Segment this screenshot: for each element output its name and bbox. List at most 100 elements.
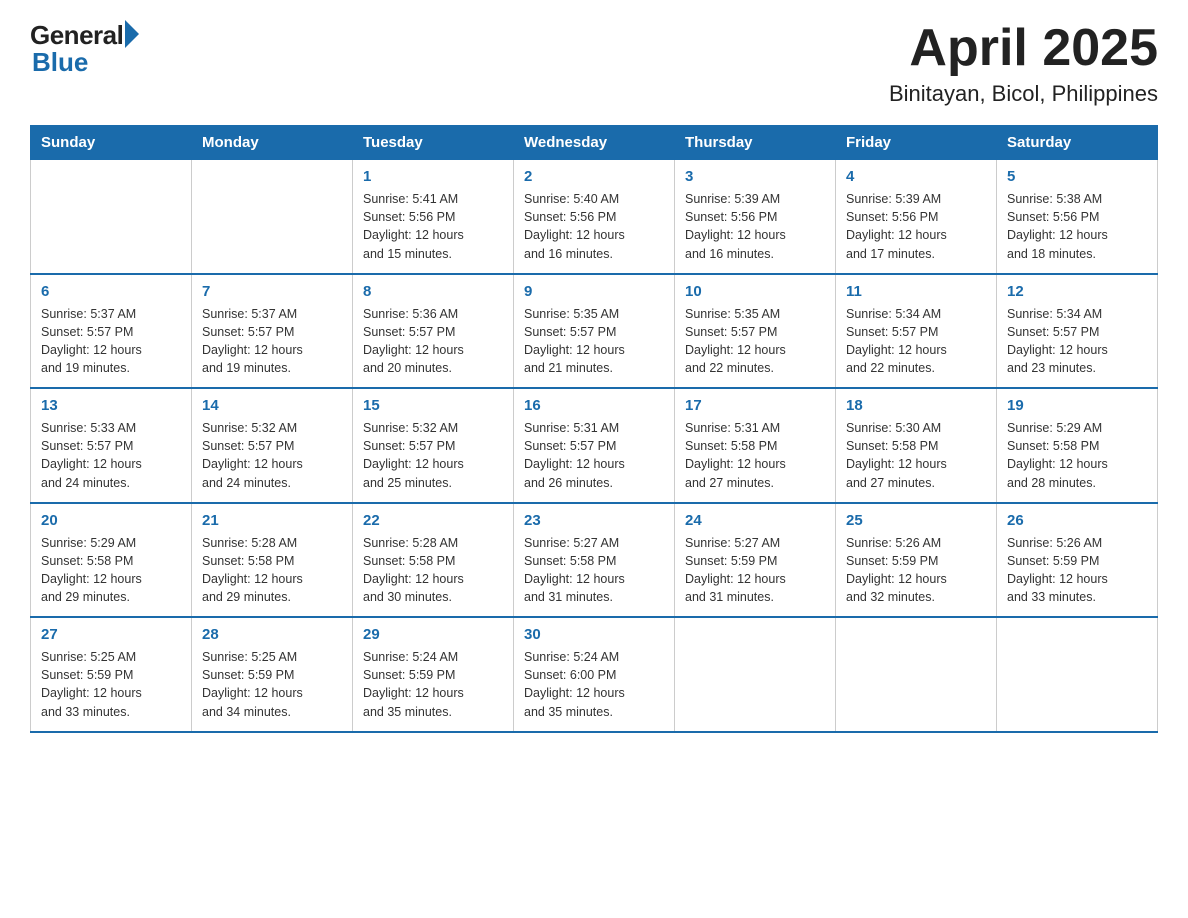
- day-info: Sunrise: 5:35 AM Sunset: 5:57 PM Dayligh…: [524, 305, 664, 378]
- calendar-cell: [836, 617, 997, 732]
- calendar-header-thursday: Thursday: [675, 126, 836, 160]
- day-number: 27: [41, 624, 181, 645]
- day-info: Sunrise: 5:32 AM Sunset: 5:57 PM Dayligh…: [202, 419, 342, 492]
- calendar-cell: 9 Sunrise: 5:35 AM Sunset: 5:57 PM Daylig…: [514, 274, 675, 389]
- calendar-week-5: 27 Sunrise: 5:25 AM Sunset: 5:59 PM Dayli…: [31, 617, 1158, 732]
- day-number: 13: [41, 395, 181, 416]
- day-info: Sunrise: 5:25 AM Sunset: 5:59 PM Dayligh…: [202, 648, 342, 721]
- day-number: 21: [202, 510, 342, 531]
- day-number: 29: [363, 624, 503, 645]
- day-info: Sunrise: 5:26 AM Sunset: 5:59 PM Dayligh…: [1007, 534, 1147, 607]
- calendar-cell: 23 Sunrise: 5:27 AM Sunset: 5:58 PM Dayli…: [514, 503, 675, 618]
- day-number: 26: [1007, 510, 1147, 531]
- calendar-cell: 6 Sunrise: 5:37 AM Sunset: 5:57 PM Daylig…: [31, 274, 192, 389]
- calendar-week-3: 13Sunrise: 5:33 AM Sunset: 5:57 PM Dayli…: [31, 388, 1158, 503]
- calendar-cell: 10 Sunrise: 5:35 AM Sunset: 5:57 PM Dayli…: [675, 274, 836, 389]
- calendar-cell: [997, 617, 1158, 732]
- day-info: Sunrise: 5:30 AM Sunset: 5:58 PM Dayligh…: [846, 419, 986, 492]
- logo-triangle-icon: [125, 20, 139, 48]
- calendar-cell: 25Sunrise: 5:26 AM Sunset: 5:59 PM Dayli…: [836, 503, 997, 618]
- day-info: Sunrise: 5:34 AM Sunset: 5:57 PM Dayligh…: [1007, 305, 1147, 378]
- day-info: Sunrise: 5:41 AM Sunset: 5:56 PM Dayligh…: [363, 190, 503, 263]
- calendar-week-4: 20 Sunrise: 5:29 AM Sunset: 5:58 PM Dayli…: [31, 503, 1158, 618]
- calendar-cell: 8 Sunrise: 5:36 AM Sunset: 5:57 PM Daylig…: [353, 274, 514, 389]
- day-number: 11: [846, 281, 986, 302]
- calendar-cell: 14 Sunrise: 5:32 AM Sunset: 5:57 PM Dayli…: [192, 388, 353, 503]
- day-info: Sunrise: 5:37 AM Sunset: 5:57 PM Dayligh…: [202, 305, 342, 378]
- day-number: 8: [363, 281, 503, 302]
- day-number: 19: [1007, 395, 1147, 416]
- calendar-cell: 7 Sunrise: 5:37 AM Sunset: 5:57 PM Daylig…: [192, 274, 353, 389]
- calendar-cell: 16 Sunrise: 5:31 AM Sunset: 5:57 PM Dayli…: [514, 388, 675, 503]
- calendar-header-tuesday: Tuesday: [353, 126, 514, 160]
- calendar-cell: 18 Sunrise: 5:30 AM Sunset: 5:58 PM Dayli…: [836, 388, 997, 503]
- day-info: Sunrise: 5:25 AM Sunset: 5:59 PM Dayligh…: [41, 648, 181, 721]
- day-number: 5: [1007, 166, 1147, 187]
- day-number: 24: [685, 510, 825, 531]
- calendar-cell: 29 Sunrise: 5:24 AM Sunset: 5:59 PM Dayli…: [353, 617, 514, 732]
- day-info: Sunrise: 5:29 AM Sunset: 5:58 PM Dayligh…: [1007, 419, 1147, 492]
- day-number: 10: [685, 281, 825, 302]
- day-number: 14: [202, 395, 342, 416]
- day-number: 7: [202, 281, 342, 302]
- day-info: Sunrise: 5:28 AM Sunset: 5:58 PM Dayligh…: [202, 534, 342, 607]
- logo-blue-text: Blue: [32, 47, 88, 78]
- day-info: Sunrise: 5:31 AM Sunset: 5:58 PM Dayligh…: [685, 419, 825, 492]
- page-title: April 2025: [889, 20, 1158, 77]
- calendar-cell: 13Sunrise: 5:33 AM Sunset: 5:57 PM Dayli…: [31, 388, 192, 503]
- calendar-cell: 19 Sunrise: 5:29 AM Sunset: 5:58 PM Dayli…: [997, 388, 1158, 503]
- day-number: 25: [846, 510, 986, 531]
- day-info: Sunrise: 5:35 AM Sunset: 5:57 PM Dayligh…: [685, 305, 825, 378]
- day-number: 17: [685, 395, 825, 416]
- calendar-week-1: 1 Sunrise: 5:41 AM Sunset: 5:56 PM Daylig…: [31, 160, 1158, 274]
- day-number: 16: [524, 395, 664, 416]
- calendar-cell: 15 Sunrise: 5:32 AM Sunset: 5:57 PM Dayli…: [353, 388, 514, 503]
- calendar-cell: 21 Sunrise: 5:28 AM Sunset: 5:58 PM Dayli…: [192, 503, 353, 618]
- day-info: Sunrise: 5:32 AM Sunset: 5:57 PM Dayligh…: [363, 419, 503, 492]
- day-number: 15: [363, 395, 503, 416]
- day-number: 20: [41, 510, 181, 531]
- day-info: Sunrise: 5:31 AM Sunset: 5:57 PM Dayligh…: [524, 419, 664, 492]
- calendar-cell: 1 Sunrise: 5:41 AM Sunset: 5:56 PM Daylig…: [353, 160, 514, 274]
- calendar-cell: 20 Sunrise: 5:29 AM Sunset: 5:58 PM Dayli…: [31, 503, 192, 618]
- day-info: Sunrise: 5:34 AM Sunset: 5:57 PM Dayligh…: [846, 305, 986, 378]
- calendar-header-monday: Monday: [192, 126, 353, 160]
- page-subtitle: Binitayan, Bicol, Philippines: [889, 81, 1158, 107]
- day-number: 9: [524, 281, 664, 302]
- day-number: 6: [41, 281, 181, 302]
- day-info: Sunrise: 5:39 AM Sunset: 5:56 PM Dayligh…: [846, 190, 986, 263]
- day-info: Sunrise: 5:38 AM Sunset: 5:56 PM Dayligh…: [1007, 190, 1147, 263]
- day-number: 2: [524, 166, 664, 187]
- calendar-cell: [675, 617, 836, 732]
- day-number: 30: [524, 624, 664, 645]
- day-number: 23: [524, 510, 664, 531]
- day-number: 28: [202, 624, 342, 645]
- calendar-cell: 22Sunrise: 5:28 AM Sunset: 5:58 PM Dayli…: [353, 503, 514, 618]
- day-info: Sunrise: 5:24 AM Sunset: 6:00 PM Dayligh…: [524, 648, 664, 721]
- day-info: Sunrise: 5:24 AM Sunset: 5:59 PM Dayligh…: [363, 648, 503, 721]
- day-info: Sunrise: 5:37 AM Sunset: 5:57 PM Dayligh…: [41, 305, 181, 378]
- logo: General Blue: [30, 20, 139, 78]
- day-number: 3: [685, 166, 825, 187]
- calendar-cell: 3Sunrise: 5:39 AM Sunset: 5:56 PM Daylig…: [675, 160, 836, 274]
- calendar-table: SundayMondayTuesdayWednesdayThursdayFrid…: [30, 125, 1158, 733]
- calendar-cell: 12Sunrise: 5:34 AM Sunset: 5:57 PM Dayli…: [997, 274, 1158, 389]
- calendar-cell: 11 Sunrise: 5:34 AM Sunset: 5:57 PM Dayli…: [836, 274, 997, 389]
- day-number: 1: [363, 166, 503, 187]
- calendar-cell: 28 Sunrise: 5:25 AM Sunset: 5:59 PM Dayli…: [192, 617, 353, 732]
- day-info: Sunrise: 5:29 AM Sunset: 5:58 PM Dayligh…: [41, 534, 181, 607]
- calendar-cell: 30 Sunrise: 5:24 AM Sunset: 6:00 PM Dayli…: [514, 617, 675, 732]
- day-info: Sunrise: 5:27 AM Sunset: 5:59 PM Dayligh…: [685, 534, 825, 607]
- calendar-cell: 4Sunrise: 5:39 AM Sunset: 5:56 PM Daylig…: [836, 160, 997, 274]
- calendar-header-saturday: Saturday: [997, 126, 1158, 160]
- day-number: 18: [846, 395, 986, 416]
- day-info: Sunrise: 5:36 AM Sunset: 5:57 PM Dayligh…: [363, 305, 503, 378]
- calendar-cell: 27 Sunrise: 5:25 AM Sunset: 5:59 PM Dayli…: [31, 617, 192, 732]
- calendar-header-wednesday: Wednesday: [514, 126, 675, 160]
- day-info: Sunrise: 5:28 AM Sunset: 5:58 PM Dayligh…: [363, 534, 503, 607]
- calendar-cell: [31, 160, 192, 274]
- calendar-cell: 26 Sunrise: 5:26 AM Sunset: 5:59 PM Dayli…: [997, 503, 1158, 618]
- calendar-header-friday: Friday: [836, 126, 997, 160]
- day-info: Sunrise: 5:27 AM Sunset: 5:58 PM Dayligh…: [524, 534, 664, 607]
- calendar-cell: 5 Sunrise: 5:38 AM Sunset: 5:56 PM Daylig…: [997, 160, 1158, 274]
